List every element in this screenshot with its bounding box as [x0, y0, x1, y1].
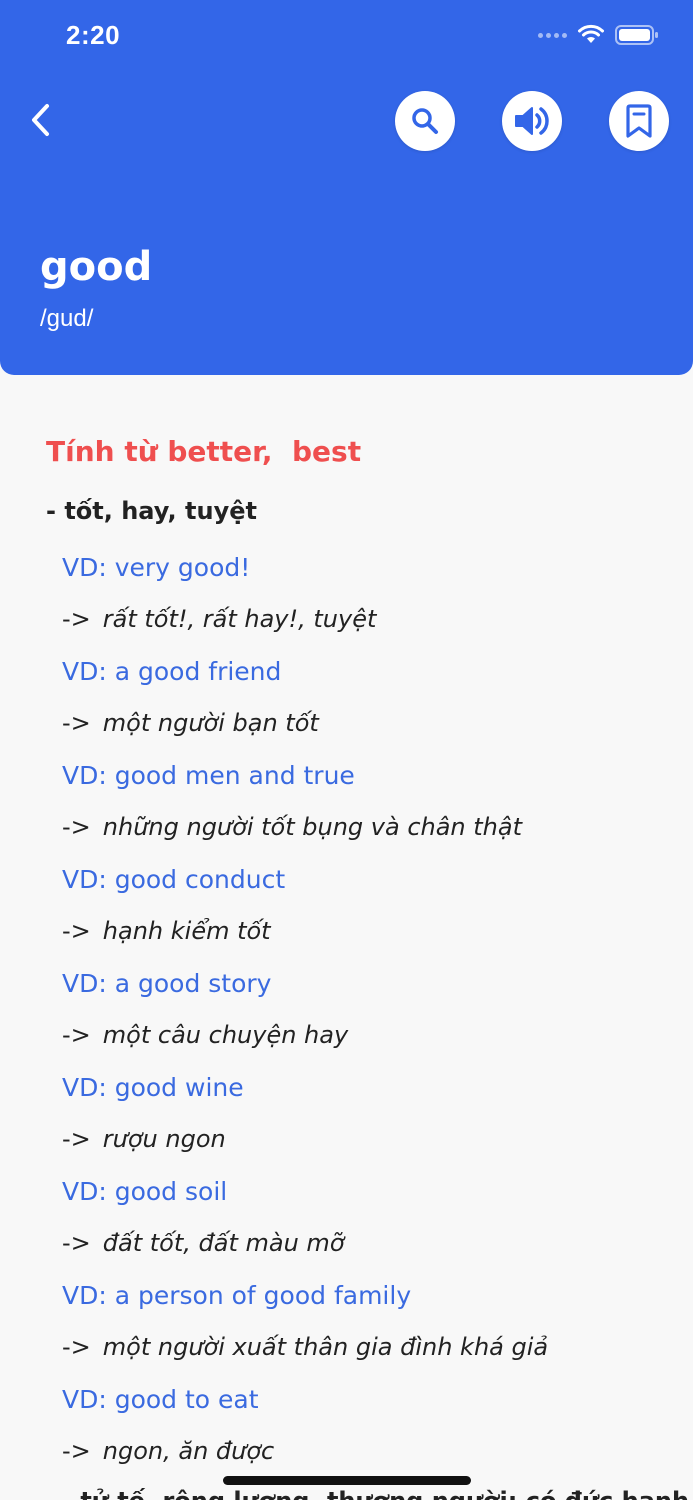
- cellular-signal-icon: [538, 32, 567, 38]
- home-indicator[interactable]: [223, 1476, 471, 1485]
- translation-text: một người bạn tốt: [102, 709, 319, 737]
- translation-text: những người tốt bụng và chân thật: [102, 813, 523, 841]
- example-line: VD: a good friend: [62, 657, 282, 686]
- arrow-label: ->: [62, 709, 91, 737]
- search-button[interactable]: [395, 91, 455, 151]
- status-time: 2:20: [66, 20, 121, 50]
- word-phonetic: /gud/: [40, 305, 94, 332]
- example-line: VD: a good story: [62, 969, 272, 998]
- battery-icon: [615, 25, 658, 45]
- example-line: VD: good soil: [62, 1177, 228, 1206]
- translation-text: đất tốt, đất màu mỡ: [102, 1229, 345, 1257]
- status-icons: [538, 24, 659, 46]
- arrow-label: ->: [62, 1229, 91, 1257]
- translation-line: -> một người xuất thân gia đình khá giả: [62, 1333, 548, 1361]
- back-chevron-icon: [32, 104, 49, 136]
- back-button[interactable]: [18, 98, 62, 142]
- translation-line: -> rất tốt!, rất hay!, tuyệt: [62, 605, 376, 633]
- arrow-label: ->: [62, 917, 91, 945]
- translation-line: -> ngon, ăn được: [62, 1437, 274, 1465]
- word-header: 2:20 good /gud/: [0, 0, 693, 375]
- translation-line: -> rượu ngon: [62, 1125, 226, 1153]
- arrow-label: ->: [62, 1125, 91, 1153]
- arrow-label: ->: [62, 605, 91, 633]
- translation-line: -> một người bạn tốt: [62, 709, 319, 737]
- word-title: good: [40, 244, 153, 290]
- example-line: VD: good men and true: [62, 761, 355, 790]
- example-line: VD: very good!: [62, 553, 251, 582]
- arrow-label: ->: [62, 1437, 91, 1465]
- translation-line: -> đất tốt, đất màu mỡ: [62, 1229, 345, 1257]
- search-icon: [412, 108, 438, 134]
- example-line: VD: good wine: [62, 1073, 244, 1102]
- definition-content[interactable]: Tính từ better, best - tốt, hay, tuyệt V…: [0, 375, 693, 1500]
- speaker-icon: [515, 107, 549, 135]
- wifi-icon: [578, 24, 604, 43]
- translation-text: ngon, ăn được: [102, 1437, 275, 1465]
- arrow-label: ->: [62, 1021, 91, 1049]
- meaning-line: - tử tế, rộng lượng, thương người; có đứ…: [62, 1487, 689, 1500]
- translation-line: -> một câu chuyện hay: [62, 1021, 348, 1049]
- translation-line: -> những người tốt bụng và chân thật: [62, 813, 522, 841]
- arrow-label: ->: [62, 813, 91, 841]
- pronounce-button[interactable]: [502, 91, 562, 151]
- translation-line: -> hạnh kiểm tốt: [62, 917, 271, 945]
- bookmark-button[interactable]: [609, 91, 669, 151]
- example-line: VD: a person of good family: [62, 1281, 412, 1310]
- translation-text: rượu ngon: [102, 1125, 226, 1153]
- example-line: VD: good conduct: [62, 865, 286, 894]
- example-line: VD: good to eat: [62, 1385, 259, 1414]
- translation-text: rất tốt!, rất hay!, tuyệt: [102, 605, 377, 633]
- dictionary-screen: 2:20 good /gud/ Tính từ better, best - t…: [0, 0, 693, 1500]
- part-of-speech-heading: Tính từ better, best: [46, 435, 362, 468]
- translation-text: một câu chuyện hay: [102, 1021, 349, 1049]
- meaning-line: - tốt, hay, tuyệt: [46, 497, 257, 525]
- translation-text: một người xuất thân gia đình khá giả: [102, 1333, 549, 1361]
- translation-text: hạnh kiểm tốt: [102, 917, 271, 945]
- arrow-label: ->: [62, 1333, 91, 1361]
- bookmark-icon: [626, 104, 652, 138]
